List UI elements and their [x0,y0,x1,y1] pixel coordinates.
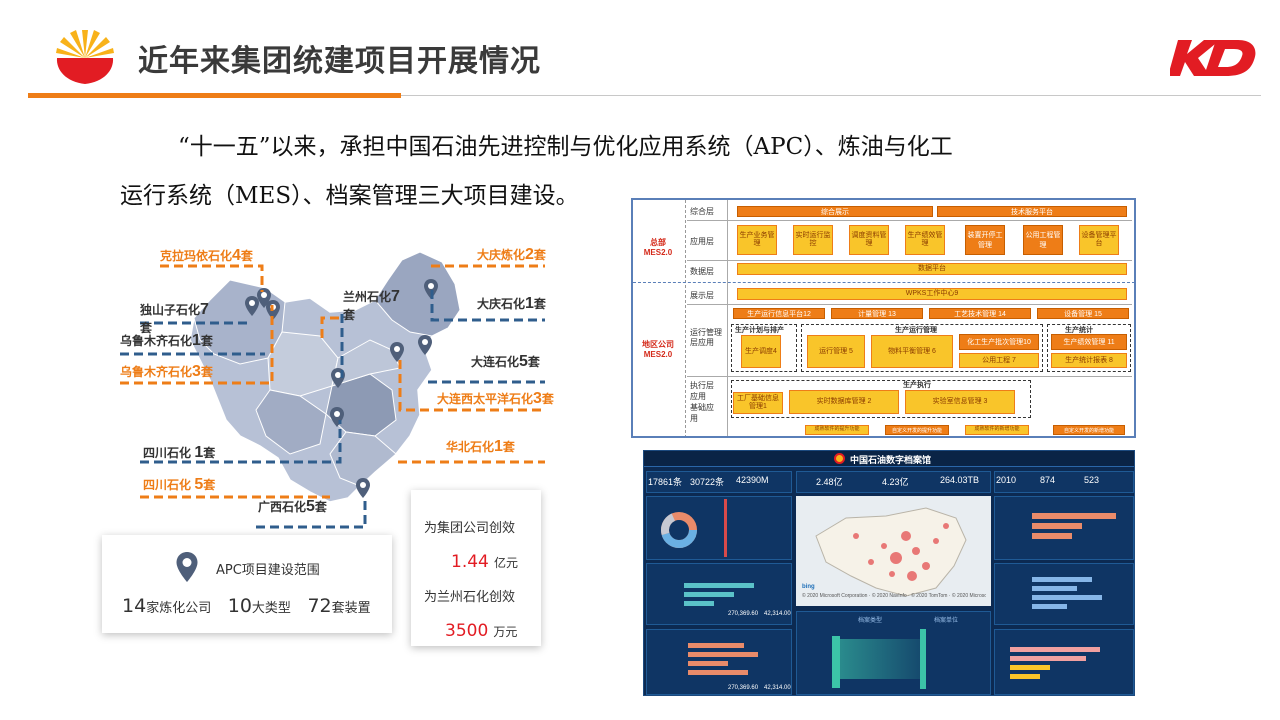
mes-box: 综合展示 [737,206,933,217]
mes-box: 实时数据库管理 2 [789,390,899,414]
mes-wpks: WPKS工作中心9 [737,288,1127,300]
panel-title: 档案单位 [934,618,959,624]
mes-box: 设备管理平台 [1079,225,1119,255]
map-label-kelamayi: 克拉玛依石化4套 [160,247,253,264]
stat-value: 2.48亿 [816,477,843,487]
mes-group: 生产执行 [903,382,931,389]
panel-title: 档案类型 [858,618,883,624]
map-leader-lines [120,264,545,529]
stat-value: 2010 [996,475,1017,485]
digital-archive-dashboard: 中国石油数字档案馆 17861条 30722条 42390M 2.48亿 4.2… [643,450,1135,696]
stat-value: 30722条 [690,477,725,487]
kd-logo [1170,36,1256,80]
mes-box: 生产统计报表 8 [1051,353,1127,368]
map-label-guangxi: 广西石化5套 [258,498,327,515]
stat-value: 17861条 [648,477,683,487]
petrochina-small-logo [834,453,845,464]
mes-box: 装置开停工管理 [965,225,1005,255]
mes-box: 设备管理 15 [1037,308,1129,319]
location-pin-icon [176,552,198,582]
map-label-sichuan-1: 四川石化 1套 [143,444,216,461]
mes-box: 运行管理 5 [807,335,865,368]
dashboard-title: 中国石油数字档案馆 [850,455,932,465]
layer-label: 综合层 [690,207,714,216]
mes-box: 技术服务平台 [937,206,1127,217]
mes-region-label: 地区公司 MES2.0 [642,340,674,359]
map-label-dalian: 大连石化5套 [471,353,540,370]
layer-label: 运行管理层应用 [690,328,722,348]
stat-value: 4.23亿 [882,477,909,487]
mes-box: 化工生产批次管理10 [959,334,1039,350]
benefit-value-group: 1.44 亿元 [451,552,518,572]
layer-label: 应用层 [690,237,714,246]
stat-value: 42390M [736,475,769,485]
map-label-daqing-petrochem: 大庆石化1套 [477,295,546,312]
map-label-sichuan-2: 四川石化 5套 [143,476,216,493]
mes-group: 生产计划与排产 [735,327,784,334]
mes-box: 工艺技术管理 14 [929,308,1031,319]
map-label-huabei: 华北石化1套 [446,438,515,455]
mes-group: 生产运行管理 [895,327,937,334]
mes-box: 物料平衡管理 6 [871,335,953,368]
donut-chart [661,512,697,548]
dashboard-map: © 2020 Microsoft Corporation · © 2020 Na… [796,496,991,606]
map-label-lanzhou: 兰州石化7 套 [343,288,400,322]
apc-scope-card: APC项目建设范围 14家炼化公司 10大类型 72套装置 [102,535,392,633]
map-label-urumqi-2: 乌鲁木齐石化3套 [120,363,213,380]
benefit-label-lanzhou: 为兰州石化创效 [424,590,516,605]
mes-box: 工厂基础信息管理1 [733,392,783,414]
table-total: 42,314.00 [764,611,791,617]
mes-box: 调度资料管理 [849,225,889,255]
mes-hq-label: 总部 MES2.0 [643,238,673,257]
mes-box: 生产绩效管理 [905,225,945,255]
mes-legend: 成熟软件的新增功能 [965,425,1029,435]
benefit-card: 为集团公司创效 1.44 亿元 为兰州石化创效 3500 万元 [411,490,541,646]
apc-card-stats: 14家炼化公司 10大类型 72套装置 [122,595,371,617]
layer-label: 执行层应用 [690,381,714,401]
map-label-dalian-west-pacific: 大连西太平洋石化3套 [437,390,554,407]
apc-card-title: APC项目建设范围 [216,563,320,578]
mes-architecture-diagram: 总部 MES2.0 地区公司 MES2.0 综合层 应用层 数据层 展示层 运行… [631,198,1136,438]
map-label-daqing-refining: 大庆炼化2套 [477,246,546,263]
table-total: 270,369.60 [728,611,759,617]
mes-data-platform: 数据平台 [737,263,1127,275]
mes-legend: 自定义开发的提升功能 [885,425,949,435]
layer-label: 数据层 [690,267,714,276]
mes-box: 生产业务管理 [737,225,777,255]
stat-value: 523 [1084,475,1100,485]
benefit-label-group: 为集团公司创效 [424,521,516,536]
benefit-value-lanzhou: 3500 万元 [445,621,518,641]
stat-value: 264.03TB [940,475,980,485]
layer-label: 基础应用 [690,403,714,423]
table-total: 42,314.00 [764,685,791,691]
layer-label: 展示层 [690,291,714,300]
mes-box: 公用工程 7 [959,353,1039,368]
mes-box: 生产运行信息平台12 [733,308,825,319]
mes-box: 计量管理 13 [831,308,923,319]
mes-box: 生产绩效管理 11 [1051,334,1127,350]
table-total: 270,369.60 [728,685,759,691]
mes-box: 公用工程管理 [1023,225,1063,255]
mes-box: 实验室信息管理 3 [905,390,1015,414]
map-copyright: © 2020 Microsoft Corporation · © 2020 Na… [802,593,986,599]
mes-box: 生产调度4 [741,335,781,368]
stat-value: 874 [1040,475,1056,485]
map-label-dushanzi: 独山子石化7 套 [140,301,209,335]
bing-logo: bing [802,584,815,590]
map-label-urumqi-1: 乌鲁木齐石化1套 [120,332,213,349]
mes-legend: 成熟软件的提升功能 [805,425,869,435]
mes-box: 实时运行监控 [793,225,833,255]
mes-legend: 自定义开发的新增功能 [1053,425,1125,435]
